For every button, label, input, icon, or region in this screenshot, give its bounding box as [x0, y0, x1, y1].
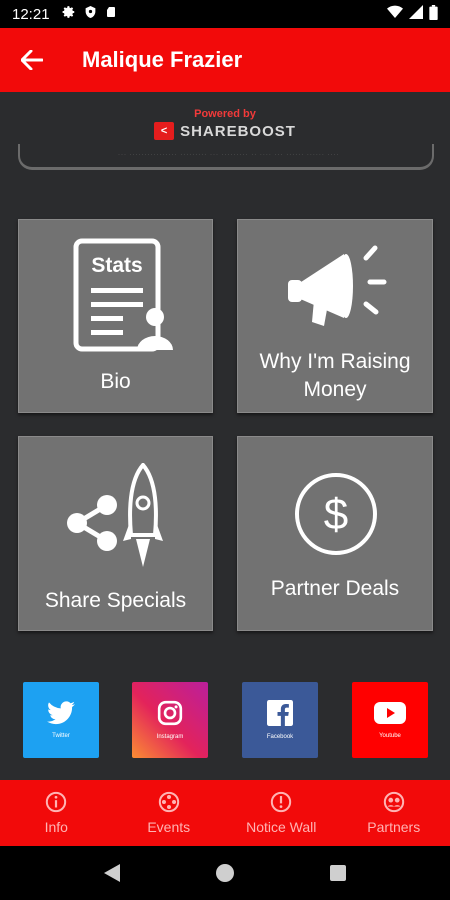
- bio-label: Bio: [100, 370, 131, 393]
- home-icon[interactable]: [216, 864, 234, 882]
- nav-info[interactable]: Info: [0, 780, 113, 846]
- facebook-label: Facebook: [266, 734, 294, 740]
- signal-icon: [409, 5, 423, 23]
- recents-icon[interactable]: [330, 865, 346, 881]
- share-specials-tile[interactable]: Share Specials: [18, 436, 213, 631]
- shareboost-name: SHAREBOOST: [180, 122, 296, 140]
- shareboost-logo-icon: <: [154, 122, 175, 140]
- sd-card-icon: [105, 5, 117, 23]
- bottom-nav: Info Events Notice Wall Partners: [0, 780, 450, 846]
- nav-info-label: Info: [44, 819, 68, 835]
- back-arrow-icon[interactable]: [0, 28, 64, 92]
- stats-document-icon: Stats: [73, 238, 173, 352]
- nav-partners[interactable]: Partners: [338, 780, 450, 846]
- dollar-icon: $: [295, 473, 377, 555]
- nav-events[interactable]: Events: [113, 780, 226, 846]
- share-icon: [67, 495, 117, 551]
- instagram-label: Instagram: [156, 734, 184, 740]
- powered-by-text: Powered by: [194, 108, 256, 120]
- back-icon[interactable]: [104, 864, 120, 882]
- why-label-line1: Why I'm Raising: [259, 350, 411, 373]
- shareboost-logo: < SHAREBOOST: [0, 122, 450, 140]
- instagram-icon: [157, 700, 183, 726]
- settings-icon: [62, 5, 76, 23]
- twitter-button[interactable]: Twitter: [23, 682, 99, 758]
- nav-partners-label: Partners: [367, 819, 421, 835]
- main-content: ··· ················ ········· ··· ·····…: [0, 92, 450, 780]
- nav-events-label: Events: [147, 819, 191, 835]
- battery-icon: [429, 4, 438, 24]
- instagram-button[interactable]: Instagram: [132, 682, 208, 758]
- partner-deals-tile[interactable]: $ Partner Deals: [237, 436, 433, 631]
- rocket-icon: [123, 463, 163, 567]
- status-time: 12:21: [12, 5, 50, 23]
- youtube-icon: [374, 702, 406, 724]
- partner-deals-label: Partner Deals: [270, 577, 400, 600]
- youtube-button[interactable]: Youtube: [352, 682, 428, 758]
- status-bar: 12:21: [0, 0, 450, 28]
- shield-icon: [84, 5, 97, 23]
- info-icon: [46, 791, 67, 813]
- why-label-line2: Money: [303, 378, 367, 401]
- megaphone-icon: [288, 245, 387, 326]
- facebook-icon: [267, 700, 293, 726]
- partners-icon: [383, 791, 404, 813]
- nav-notice-wall-label: Notice Wall: [246, 819, 317, 835]
- twitter-label: Twitter: [52, 733, 70, 739]
- svg-text:$: $: [324, 490, 348, 539]
- system-nav-bar: [0, 846, 450, 900]
- app-bar: Malique Frazier: [0, 28, 450, 92]
- banner-fine-print: ··· ················ ········· ··· ·····…: [118, 152, 340, 158]
- film-reel-icon: [158, 791, 179, 813]
- share-specials-label: Share Specials: [44, 589, 187, 612]
- why-raising-money-tile[interactable]: Why I'm Raising Money: [237, 219, 433, 413]
- wifi-icon: [387, 5, 403, 23]
- page-title: Malique Frazier: [82, 47, 243, 72]
- nav-notice-wall[interactable]: Notice Wall: [225, 780, 338, 846]
- facebook-button[interactable]: Facebook: [242, 682, 318, 758]
- alert-icon: [271, 791, 292, 813]
- youtube-label: Youtube: [379, 733, 401, 739]
- stats-icon-text: Stats: [91, 254, 142, 277]
- bio-tile[interactable]: Stats Bio: [18, 219, 213, 413]
- twitter-icon: [47, 701, 75, 725]
